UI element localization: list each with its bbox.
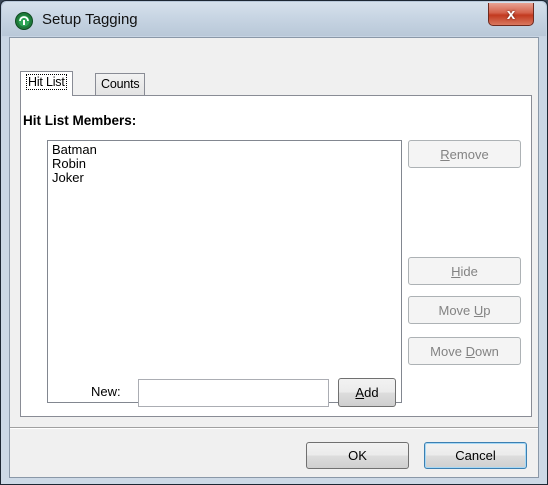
hide-button[interactable]: Hide bbox=[408, 257, 521, 285]
tab-counts-label: Counts bbox=[101, 77, 140, 91]
cancel-button[interactable]: Cancel bbox=[424, 442, 527, 469]
add-button-accesskey: A bbox=[355, 385, 365, 400]
move-up-button-label-post: p bbox=[483, 302, 491, 318]
remove-button-label-post: emove bbox=[449, 146, 489, 162]
hide-button-accesskey: H bbox=[451, 263, 461, 279]
add-button[interactable]: Add bbox=[338, 378, 396, 407]
client-area: Hit List Counts Hit List Members: Batman… bbox=[9, 37, 539, 478]
footer-divider bbox=[10, 427, 538, 429]
add-button-label-post: dd bbox=[364, 385, 379, 400]
tab-hit-list[interactable]: Hit List bbox=[20, 71, 73, 96]
close-button[interactable]: x bbox=[488, 3, 534, 26]
list-item[interactable]: Robin bbox=[52, 157, 397, 171]
tab-counts[interactable]: Counts bbox=[95, 73, 146, 95]
hit-list-members-listbox[interactable]: Batman Robin Joker bbox=[47, 140, 402, 403]
tab-hit-list-label: Hit List bbox=[26, 74, 67, 90]
dialog-window: Setup Tagging x Hit List Counts Hit List… bbox=[0, 0, 548, 485]
list-item[interactable]: Joker bbox=[52, 171, 397, 185]
new-member-input[interactable] bbox=[138, 379, 329, 407]
remove-button[interactable]: Remove bbox=[408, 140, 521, 168]
title-bar[interactable]: Setup Tagging x bbox=[2, 2, 546, 36]
remove-button-accesskey: R bbox=[440, 146, 450, 162]
move-down-button-accesskey: D bbox=[465, 343, 475, 359]
move-down-button-label-post: own bbox=[474, 343, 499, 359]
hide-button-label-post: ide bbox=[460, 263, 478, 279]
new-member-label: New: bbox=[91, 384, 121, 399]
list-item[interactable]: Batman bbox=[52, 143, 397, 157]
move-up-button-label-pre: Move bbox=[438, 302, 474, 318]
move-down-button-label-pre: Move bbox=[430, 343, 466, 359]
cancel-button-label: Cancel bbox=[455, 448, 496, 463]
close-icon: x bbox=[506, 5, 516, 23]
move-up-button-accesskey: U bbox=[473, 302, 484, 318]
window-title: Setup Tagging bbox=[42, 11, 138, 28]
move-up-button[interactable]: Move Up bbox=[408, 296, 521, 324]
ok-button-label: OK bbox=[348, 448, 367, 463]
app-logo-icon bbox=[15, 12, 33, 30]
ok-button[interactable]: OK bbox=[306, 442, 409, 469]
hit-list-members-label: Hit List Members: bbox=[23, 113, 137, 128]
move-down-button[interactable]: Move Down bbox=[408, 337, 521, 365]
